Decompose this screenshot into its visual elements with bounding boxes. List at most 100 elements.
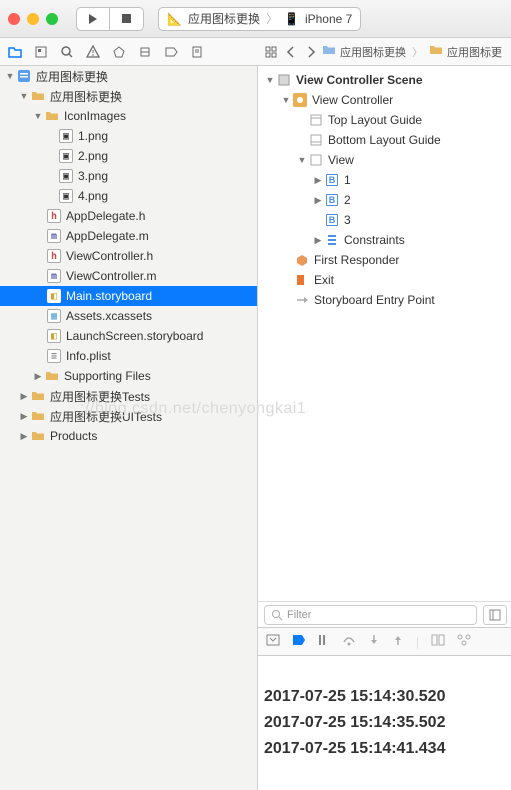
disclosure-triangle[interactable]: ▶ [32, 371, 44, 382]
report-tab[interactable] [188, 43, 206, 61]
file-row[interactable]: mAppDelegate.m [0, 226, 257, 246]
step-out-button[interactable] [392, 634, 404, 649]
test-tab[interactable] [110, 43, 128, 61]
run-button[interactable] [76, 7, 110, 31]
console-output[interactable]: 2017-07-25 15:14:30.520 2017-07-25 15:14… [258, 655, 511, 790]
memory-graph-button[interactable] [457, 634, 471, 649]
disclosure-triangle[interactable]: ▼ [280, 95, 292, 105]
image-file-icon: ▣ [58, 148, 74, 164]
close-window-button[interactable] [8, 13, 20, 25]
source-control-tab[interactable] [32, 43, 50, 61]
icon-images-group-row[interactable]: ▼ IconImages [0, 106, 257, 126]
m-file-icon: m [46, 268, 62, 284]
file-row[interactable]: ≡Info.plist [0, 346, 257, 366]
first-responder-row[interactable]: First Responder [258, 250, 511, 270]
exit-row[interactable]: Exit [258, 270, 511, 290]
folder-icon [322, 43, 336, 60]
disclosure-triangle[interactable]: ▼ [264, 75, 276, 85]
file-row[interactable]: ▣2.png [0, 146, 257, 166]
breadcrumb-file: 应用图标更 [447, 44, 502, 60]
button-row[interactable]: ▶B1 [258, 170, 511, 190]
debug-bar: | [258, 627, 511, 655]
h-file-icon: h [46, 248, 62, 264]
breakpoints-button[interactable] [292, 634, 306, 649]
related-items-icon[interactable] [262, 43, 280, 61]
file-row[interactable]: ▣4.png [0, 186, 257, 206]
document-outline: ▼ View Controller Scene ▼ View Controlle… [258, 66, 511, 790]
folder-icon [30, 88, 46, 104]
debug-view-button[interactable] [431, 634, 445, 649]
disclosure-triangle[interactable]: ▶ [18, 391, 30, 402]
button-row[interactable]: ▶B2 [258, 190, 511, 210]
project-icon [16, 68, 32, 84]
breadcrumb-app: 应用图标更换 [340, 44, 406, 60]
storyboard-file-icon: ◧ [46, 288, 62, 304]
tab-bar: 应用图标更换 〉 应用图标更 [0, 38, 511, 66]
continue-button[interactable] [318, 634, 330, 649]
project-root-row[interactable]: ▼ 应用图标更换 [0, 66, 257, 86]
outline-toggle-button[interactable] [483, 605, 507, 625]
image-file-icon: ▣ [58, 188, 74, 204]
xcassets-file-icon: ▦ [46, 308, 62, 324]
stop-button[interactable] [110, 7, 144, 31]
arrow-right-icon [294, 292, 310, 308]
button-row[interactable]: B3 [258, 210, 511, 230]
entry-point-row[interactable]: Storyboard Entry Point [258, 290, 511, 310]
view-controller-icon [292, 92, 308, 108]
plist-file-icon: ≡ [46, 348, 62, 364]
project-navigator-tab[interactable] [6, 43, 24, 61]
chevron-right-icon: 〉 [266, 10, 278, 27]
exit-icon [294, 272, 310, 288]
breadcrumb[interactable]: 应用图标更换 〉 应用图标更 [322, 43, 502, 60]
products-group-row[interactable]: ▶ Products [0, 426, 257, 446]
outline-filter-bar: Filter [258, 601, 511, 627]
image-file-icon: ▣ [58, 168, 74, 184]
chevron-right-icon: 〉 [412, 44, 423, 60]
scene-row[interactable]: ▼ View Controller Scene [258, 70, 511, 90]
constraints-icon [324, 232, 340, 248]
supporting-files-row[interactable]: ▶ Supporting Files [0, 366, 257, 386]
disclosure-triangle[interactable]: ▶ [18, 411, 30, 422]
step-over-button[interactable] [342, 634, 356, 649]
file-row[interactable]: ▣3.png [0, 166, 257, 186]
disclosure-triangle[interactable]: ▶ [312, 235, 324, 246]
file-row[interactable]: ◧LaunchScreen.storyboard [0, 326, 257, 346]
bottom-layout-guide-row[interactable]: Bottom Layout Guide [258, 130, 511, 150]
uitests-group-row[interactable]: ▶ 应用图标更换UITests [0, 406, 257, 426]
disclosure-triangle[interactable]: ▶ [312, 195, 324, 206]
breakpoint-tab[interactable] [162, 43, 180, 61]
back-button[interactable] [282, 43, 300, 61]
file-row[interactable]: ▣1.png [0, 126, 257, 146]
disclosure-triangle[interactable]: ▼ [296, 155, 308, 165]
search-tab[interactable] [58, 43, 76, 61]
target-name: 应用图标更换 [50, 88, 122, 105]
view-row[interactable]: ▼ View [258, 150, 511, 170]
folder-icon [30, 428, 46, 444]
disclosure-triangle[interactable]: ▶ [312, 175, 324, 186]
maximize-window-button[interactable] [46, 13, 58, 25]
file-row[interactable]: ▦Assets.xcassets [0, 306, 257, 326]
view-controller-row[interactable]: ▼ View Controller [258, 90, 511, 110]
top-layout-guide-row[interactable]: Top Layout Guide [258, 110, 511, 130]
constraints-row[interactable]: ▶Constraints [258, 230, 511, 250]
disclosure-triangle[interactable]: ▶ [18, 431, 30, 442]
file-row[interactable]: mViewController.m [0, 266, 257, 286]
forward-button[interactable] [302, 43, 320, 61]
disclosure-triangle[interactable]: ▼ [32, 111, 44, 121]
file-row-selected[interactable]: ◧Main.storyboard [0, 286, 257, 306]
minimize-window-button[interactable] [27, 13, 39, 25]
hide-debug-button[interactable] [266, 634, 280, 649]
scheme-selector[interactable]: 📐 应用图标更换 〉 📱 iPhone 7 [158, 7, 361, 31]
file-row[interactable]: hAppDelegate.h [0, 206, 257, 226]
run-stop-group [76, 7, 144, 31]
target-group-row[interactable]: ▼ 应用图标更换 [0, 86, 257, 106]
disclosure-triangle[interactable]: ▼ [4, 71, 16, 81]
file-row[interactable]: hViewController.h [0, 246, 257, 266]
disclosure-triangle[interactable]: ▼ [18, 91, 30, 101]
issue-tab[interactable] [84, 43, 102, 61]
tests-group-row[interactable]: ▶ 应用图标更换Tests [0, 386, 257, 406]
filter-input[interactable]: Filter [264, 605, 477, 625]
debug-tab[interactable] [136, 43, 154, 61]
console-line: 2017-07-25 15:14:35.502 [264, 714, 445, 731]
step-into-button[interactable] [368, 634, 380, 649]
